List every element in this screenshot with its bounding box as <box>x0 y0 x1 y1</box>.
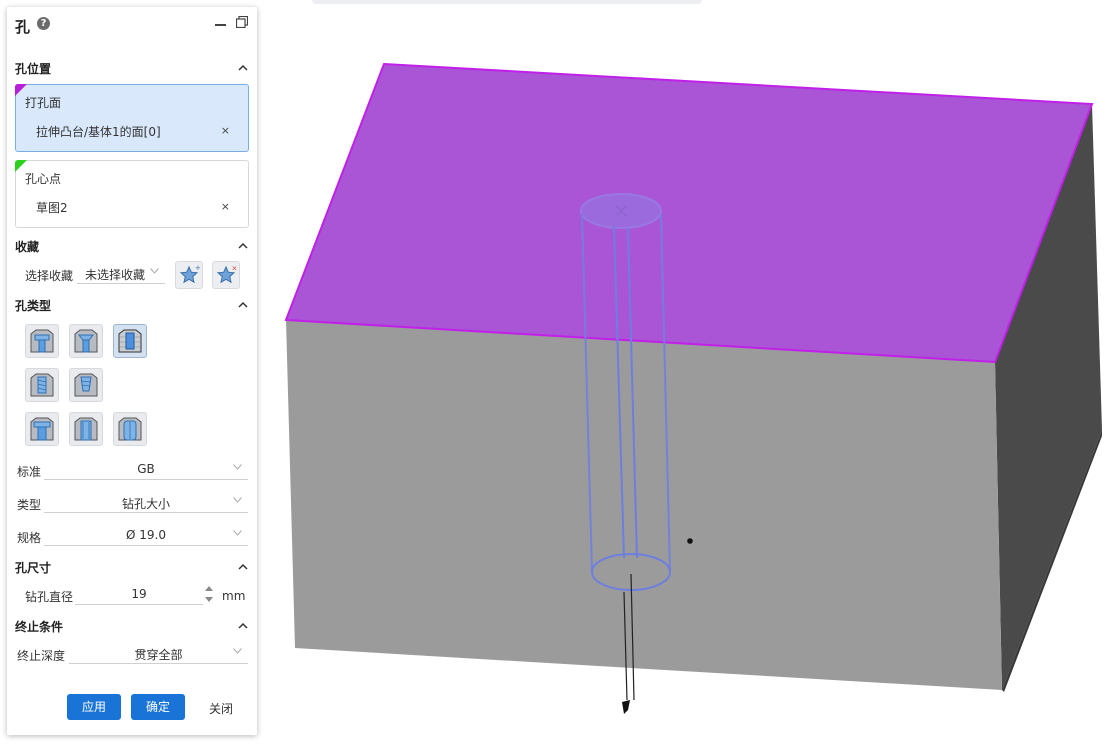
end-depth-dropdown-value: 贯穿全部 <box>134 648 183 662</box>
standard-dropdown-value: GB <box>137 462 155 476</box>
slot-hole-icon <box>118 417 142 441</box>
countersink-hole-icon <box>74 329 98 353</box>
chevron-down-icon <box>233 497 242 503</box>
restore-window-icon[interactable] <box>236 16 248 28</box>
section-hole-position[interactable]: 孔位置 <box>15 60 51 77</box>
simple-hole-icon <box>118 329 142 353</box>
section-favorites[interactable]: 收藏 <box>15 238 39 255</box>
star-remove-icon: × <box>216 265 238 284</box>
chevron-up-icon[interactable] <box>238 301 248 309</box>
type-label: 类型 <box>17 498 42 512</box>
favorite-dropdown[interactable]: 未选择收藏 <box>77 263 165 284</box>
question-circle-icon[interactable]: ? <box>37 17 50 30</box>
end-depth-label: 终止深度 <box>17 649 66 663</box>
section-hole-size[interactable]: 孔尺寸 <box>15 559 51 576</box>
type-dropdown-value: 钻孔大小 <box>121 497 170 511</box>
clear-face-button[interactable]: × <box>221 124 230 137</box>
hole-center-selector[interactable]: 孔心点 草图2 × <box>15 160 249 228</box>
chevron-up-icon[interactable] <box>238 242 248 250</box>
counterbore-hole-icon <box>30 329 54 353</box>
chevron-up-icon[interactable] <box>238 64 248 72</box>
cursor-dot <box>687 538 693 544</box>
section-hole-type[interactable]: 孔类型 <box>15 297 51 314</box>
straight-tap-hole-icon <box>74 417 98 441</box>
tapped-hole-button[interactable] <box>25 368 59 402</box>
hole-feature-panel: 孔 ? 孔位置 打孔面 拉伸凸台/基体1的面[0] × 孔心点 草图2 × 收藏… <box>7 7 257 735</box>
hole-center-value: 草图2 <box>36 201 68 215</box>
svg-text:×: × <box>232 265 238 273</box>
spinner-arrows-icon[interactable] <box>204 584 214 604</box>
ok-button[interactable]: 确定 <box>131 694 185 720</box>
drill-face-label: 打孔面 <box>25 96 62 110</box>
close-button[interactable]: 关闭 <box>209 700 233 717</box>
chevron-down-icon <box>233 530 242 536</box>
unit-label: mm <box>222 589 246 603</box>
drill-diameter-input[interactable]: 19 <box>75 584 203 605</box>
drill-face-value: 拉伸凸台/基体1的面[0] <box>36 125 161 139</box>
hole-center-label: 孔心点 <box>25 172 62 186</box>
panel-title: 孔 <box>15 18 31 36</box>
select-favorite-label: 选择收藏 <box>25 269 74 283</box>
slot-hole-button[interactable] <box>113 412 147 446</box>
chevron-down-icon <box>150 268 159 274</box>
block-front-face[interactable] <box>286 320 1002 690</box>
legacy-counterbore-button[interactable] <box>25 412 59 446</box>
apply-button[interactable]: 应用 <box>67 694 121 720</box>
simple-hole-button[interactable] <box>113 324 147 358</box>
svg-text:+: + <box>195 264 201 272</box>
block-top-face[interactable] <box>284 62 1094 364</box>
chevron-up-icon[interactable] <box>238 622 248 630</box>
drill-diameter-label: 钻孔直径 <box>25 590 74 604</box>
clear-center-button[interactable]: × <box>221 200 230 213</box>
straight-tap-hole-button[interactable] <box>69 412 103 446</box>
standard-dropdown[interactable]: GB <box>44 459 248 480</box>
drill-cursor-icon <box>622 700 630 714</box>
pipe-tap-hole-button[interactable] <box>69 368 103 402</box>
standard-label: 标准 <box>17 465 42 479</box>
spec-label: 规格 <box>17 531 42 545</box>
minimize-icon[interactable] <box>215 24 226 26</box>
drill-face-selector[interactable]: 打孔面 拉伸凸台/基体1的面[0] × <box>15 84 249 152</box>
legacy-counterbore-icon <box>30 417 54 441</box>
end-depth-dropdown[interactable]: 贯穿全部 <box>69 643 248 664</box>
countersink-hole-button[interactable] <box>69 324 103 358</box>
chevron-down-icon <box>233 648 242 654</box>
spec-dropdown-value: Ø 19.0 <box>126 528 166 542</box>
top-toolbar-edge <box>312 0 702 4</box>
drill-diameter-value: 19 <box>131 587 147 601</box>
type-dropdown[interactable]: 钻孔大小 <box>44 492 248 513</box>
add-favorite-button[interactable]: + <box>175 261 203 289</box>
counterbore-hole-button[interactable] <box>25 324 59 358</box>
pipe-tap-hole-icon <box>74 373 98 397</box>
spec-dropdown[interactable]: Ø 19.0 <box>44 525 248 546</box>
chevron-up-icon[interactable] <box>238 563 248 571</box>
tapped-hole-icon <box>30 373 54 397</box>
remove-favorite-button[interactable]: × <box>212 261 240 289</box>
star-add-icon: + <box>179 264 201 284</box>
section-end-condition[interactable]: 终止条件 <box>15 618 63 635</box>
chevron-down-icon <box>233 464 242 470</box>
